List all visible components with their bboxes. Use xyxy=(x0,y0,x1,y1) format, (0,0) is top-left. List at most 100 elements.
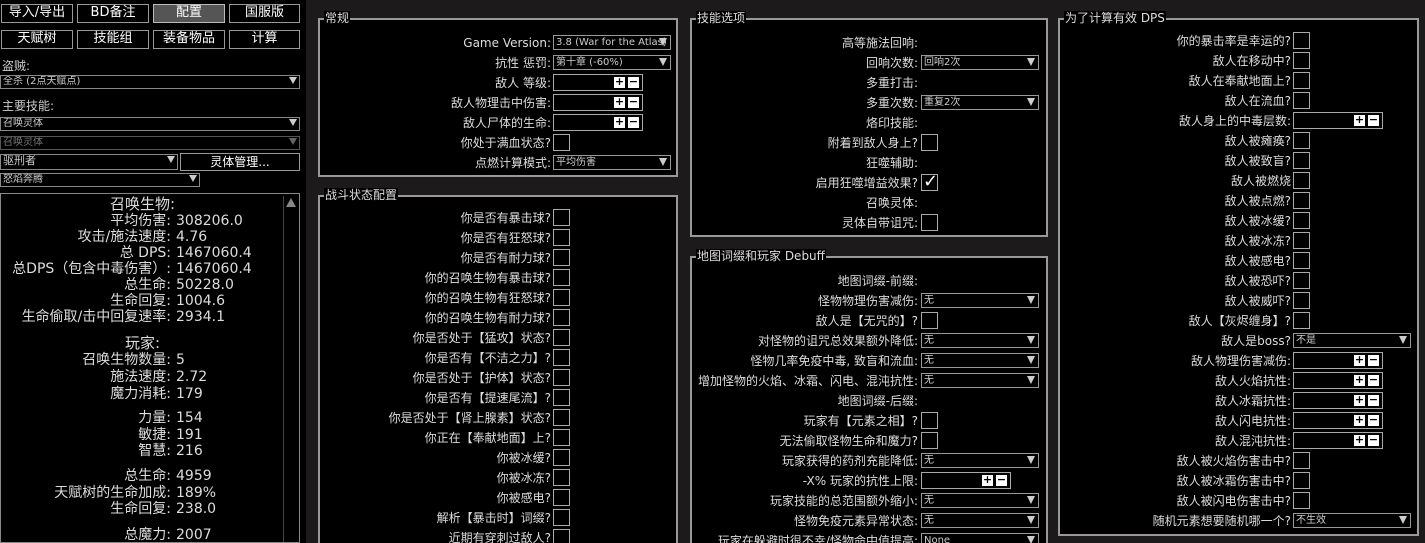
curse-effect-select[interactable]: 无 xyxy=(921,333,1039,348)
plus-icon[interactable]: + xyxy=(1354,114,1365,126)
dps-number-input[interactable]: + − xyxy=(1293,412,1383,429)
resist-penalty-select[interactable]: 第十章 (-60%) xyxy=(553,55,671,70)
multistrike-select[interactable]: 重复2次 xyxy=(921,95,1039,110)
combat-checkbox[interactable] xyxy=(553,229,570,246)
dps-checkbox[interactable] xyxy=(1293,472,1310,489)
dps-checkbox[interactable] xyxy=(1293,232,1310,249)
brand-attached-checkbox[interactable] xyxy=(921,134,938,151)
plus-icon[interactable]: + xyxy=(614,116,625,128)
combat-checkbox[interactable] xyxy=(553,269,570,286)
combat-checkbox[interactable] xyxy=(553,429,570,446)
dps-checkbox[interactable] xyxy=(1293,492,1310,509)
cn-version-tab[interactable]: 国服版 xyxy=(229,4,300,23)
dps-checkbox[interactable] xyxy=(1293,272,1310,289)
tree-select[interactable]: 全杀 (2点天赋点) xyxy=(0,75,300,89)
dps-select[interactable]: 不生效 xyxy=(1293,513,1411,528)
plus-icon[interactable]: + xyxy=(982,474,993,486)
combat-checkbox[interactable] xyxy=(553,449,570,466)
spectre-curse-checkbox[interactable] xyxy=(921,214,938,231)
combat-checkbox[interactable] xyxy=(553,289,570,306)
dps-number-input[interactable]: + − xyxy=(1293,392,1383,409)
import-export-tab[interactable]: 导入/导出 xyxy=(1,4,73,23)
build-notes-tab[interactable]: BD备注 xyxy=(77,4,149,23)
combat-checkbox[interactable] xyxy=(553,209,570,226)
combat-checkbox[interactable] xyxy=(553,469,570,486)
plus-icon[interactable]: + xyxy=(1354,414,1365,426)
plus-icon[interactable]: + xyxy=(614,96,625,108)
minus-icon[interactable]: − xyxy=(628,116,639,128)
plus-icon[interactable]: + xyxy=(1354,394,1365,406)
aoe-less-select[interactable]: 无 xyxy=(921,493,1039,508)
config-tab[interactable]: 配置 xyxy=(153,4,225,23)
dps-checkbox[interactable] xyxy=(1293,52,1310,69)
tree-tab[interactable]: 天赋树 xyxy=(1,30,73,49)
dps-checkbox[interactable] xyxy=(1293,312,1310,329)
elem-res-select[interactable]: 无 xyxy=(921,373,1039,388)
dps-checkbox[interactable] xyxy=(1293,452,1310,469)
full-life-checkbox[interactable] xyxy=(553,134,570,151)
dps-checkbox[interactable] xyxy=(1293,212,1310,229)
combat-checkbox[interactable] xyxy=(553,529,570,543)
combat-checkbox[interactable] xyxy=(553,369,570,386)
plus-icon[interactable]: + xyxy=(1354,434,1365,446)
dps-checkbox[interactable] xyxy=(1293,92,1310,109)
dps-checkbox[interactable] xyxy=(1293,252,1310,269)
scroll-up-icon[interactable] xyxy=(286,198,296,207)
minus-icon[interactable]: − xyxy=(1368,114,1379,126)
dps-checkbox[interactable] xyxy=(1293,72,1310,89)
dps-number-input[interactable]: + − xyxy=(1293,432,1383,449)
minus-icon[interactable]: − xyxy=(628,96,639,108)
dps-checkbox[interactable] xyxy=(1293,152,1310,169)
minus-icon[interactable]: − xyxy=(1368,374,1379,386)
main-skill-select[interactable]: 召唤灵体 xyxy=(0,117,300,131)
avoid-poison-select[interactable]: 无 xyxy=(921,353,1039,368)
spectre-library-button[interactable]: 灵体管理... xyxy=(180,153,300,171)
dps-number-input[interactable]: + − xyxy=(1293,372,1383,389)
minus-icon[interactable]: − xyxy=(1368,354,1379,366)
enemy-level-input[interactable]: + − xyxy=(553,74,643,91)
game-version-select[interactable]: 3.8 (War for the Atlas) xyxy=(553,35,671,50)
combat-checkbox[interactable] xyxy=(553,329,570,346)
ignite-mode-select[interactable]: 平均伤害 xyxy=(553,155,671,170)
combat-checkbox[interactable] xyxy=(553,349,570,366)
dps-number-input[interactable]: + − xyxy=(1293,352,1383,369)
calcs-tab[interactable]: 计算 xyxy=(229,30,300,49)
minus-icon[interactable]: − xyxy=(1368,394,1379,406)
dps-number-input[interactable]: + − xyxy=(1293,112,1383,129)
dps-select[interactable]: 不是 xyxy=(1293,333,1411,348)
feeding-frenzy-checkbox[interactable] xyxy=(921,171,938,192)
dps-checkbox[interactable] xyxy=(1293,132,1310,149)
items-tab[interactable]: 装备物品 xyxy=(153,30,225,49)
no-leech-checkbox[interactable] xyxy=(921,432,938,449)
skill-part-select[interactable]: 召唤灵体 xyxy=(0,136,300,150)
dps-checkbox[interactable] xyxy=(1293,172,1310,189)
ailment-immune-select[interactable]: 无 xyxy=(921,513,1039,528)
evade-unlucky-select[interactable]: None xyxy=(921,533,1039,543)
combat-checkbox[interactable] xyxy=(553,309,570,326)
skills-tab[interactable]: 技能组 xyxy=(77,30,149,49)
plus-icon[interactable]: + xyxy=(1354,354,1365,366)
max-res-input[interactable]: + − xyxy=(921,472,1011,489)
dps-checkbox[interactable] xyxy=(1293,292,1310,309)
combat-checkbox[interactable] xyxy=(553,389,570,406)
skill-mode-select[interactable]: 怒焰奔腾 xyxy=(0,173,200,187)
hexproof-checkbox[interactable] xyxy=(921,312,938,329)
minus-icon[interactable]: − xyxy=(1368,414,1379,426)
enemy-phys-input[interactable]: + − xyxy=(553,94,643,111)
combat-checkbox[interactable] xyxy=(553,249,570,266)
combat-checkbox[interactable] xyxy=(553,409,570,426)
plus-icon[interactable]: + xyxy=(614,76,625,88)
flask-charges-select[interactable]: 无 xyxy=(921,453,1039,468)
enemy-corpse-input[interactable]: + − xyxy=(553,114,643,131)
minus-icon[interactable]: − xyxy=(1368,434,1379,446)
dps-checkbox[interactable] xyxy=(1293,192,1310,209)
minus-icon[interactable]: − xyxy=(996,474,1007,486)
combat-checkbox[interactable] xyxy=(553,509,570,526)
stats-scrollbar[interactable] xyxy=(283,196,297,542)
combat-checkbox[interactable] xyxy=(553,489,570,506)
minus-icon[interactable]: − xyxy=(628,76,639,88)
plus-icon[interactable]: + xyxy=(1354,374,1365,386)
phys-reduce-select[interactable]: 无 xyxy=(921,293,1039,308)
minion-select[interactable]: 驱刑者 xyxy=(0,154,178,170)
echo-count-select[interactable]: 回响2次 xyxy=(921,55,1039,70)
